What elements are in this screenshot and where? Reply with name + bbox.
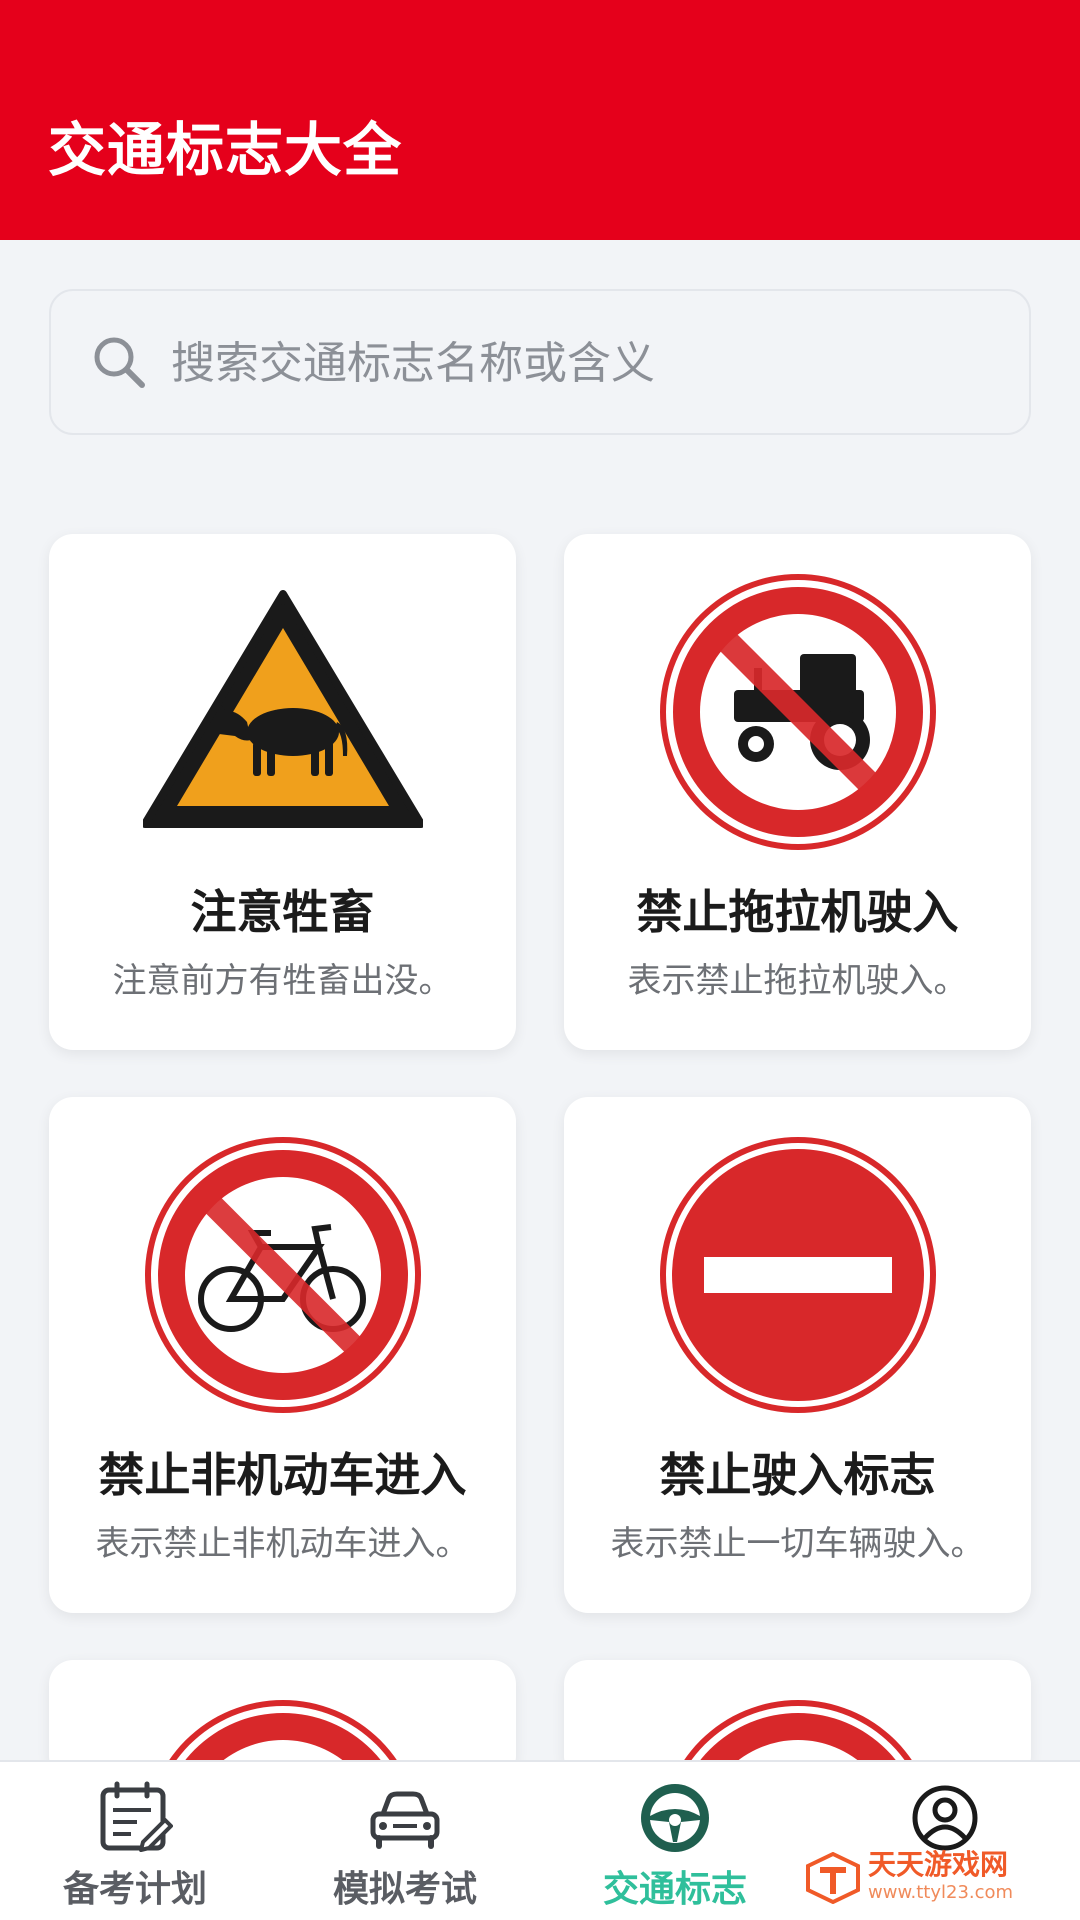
sign-title: 禁止驶入标志 bbox=[659, 1448, 936, 1502]
sign-card[interactable]: 注意牲畜 注意前方有牲畜出没。 bbox=[49, 534, 516, 1050]
sign-description: 注意前方有牲畜出没。 bbox=[112, 961, 453, 1001]
car-icon bbox=[370, 1791, 440, 1849]
watermark-logo-icon bbox=[806, 1852, 860, 1904]
no-tractor-sign-icon bbox=[660, 574, 936, 850]
calendar-edit-icon bbox=[100, 1781, 173, 1852]
sign-description: 表示禁止非机动车进入。 bbox=[95, 1524, 470, 1564]
tab-label: 备考计划 bbox=[62, 1869, 207, 1910]
no-bicycle-sign-icon bbox=[145, 1137, 421, 1413]
search-icon bbox=[94, 337, 145, 388]
tab-mock-exam[interactable]: 模拟考试 bbox=[270, 1762, 540, 1920]
tab-label: 交通标志 bbox=[602, 1869, 747, 1910]
sign-title: 注意牲畜 bbox=[190, 885, 375, 939]
sign-card[interactable]: 禁止非机动车进入 表示禁止非机动车进入。 bbox=[49, 1097, 516, 1613]
sign-description: 表示禁止拖拉机驶入。 bbox=[627, 961, 968, 1001]
sign-title: 禁止拖拉机驶入 bbox=[636, 885, 959, 939]
watermark-text: 天天游戏网 bbox=[868, 1848, 1009, 1881]
sign-card[interactable]: 禁止拖拉机驶入 表示禁止拖拉机驶入。 bbox=[564, 534, 1031, 1050]
sign-card[interactable]: 禁止驶入标志 表示禁止一切车辆驶入。 bbox=[564, 1097, 1031, 1613]
tab-study-plan[interactable]: 备考计划 bbox=[0, 1762, 270, 1920]
cattle-warning-sign-icon bbox=[143, 590, 423, 828]
search-input[interactable]: 搜索交通标志名称或含义 bbox=[49, 289, 1031, 435]
watermark: 天天游戏网 www.ttyl23.com bbox=[806, 1850, 1046, 1906]
app-header: 交通标志大全 bbox=[0, 0, 1080, 240]
sign-title: 禁止非机动车进入 bbox=[98, 1448, 467, 1502]
watermark-url: www.ttyl23.com bbox=[868, 1882, 1014, 1903]
page-title: 交通标志大全 bbox=[48, 116, 403, 184]
no-entry-sign-icon bbox=[660, 1137, 936, 1413]
tab-label: 模拟考试 bbox=[332, 1869, 477, 1910]
steering-wheel-icon bbox=[641, 1784, 709, 1852]
tab-traffic-signs[interactable]: 交通标志 bbox=[540, 1762, 810, 1920]
search-placeholder: 搜索交通标志名称或含义 bbox=[171, 338, 655, 389]
user-icon bbox=[912, 1785, 978, 1851]
sign-description: 表示禁止一切车辆驶入。 bbox=[610, 1524, 985, 1564]
